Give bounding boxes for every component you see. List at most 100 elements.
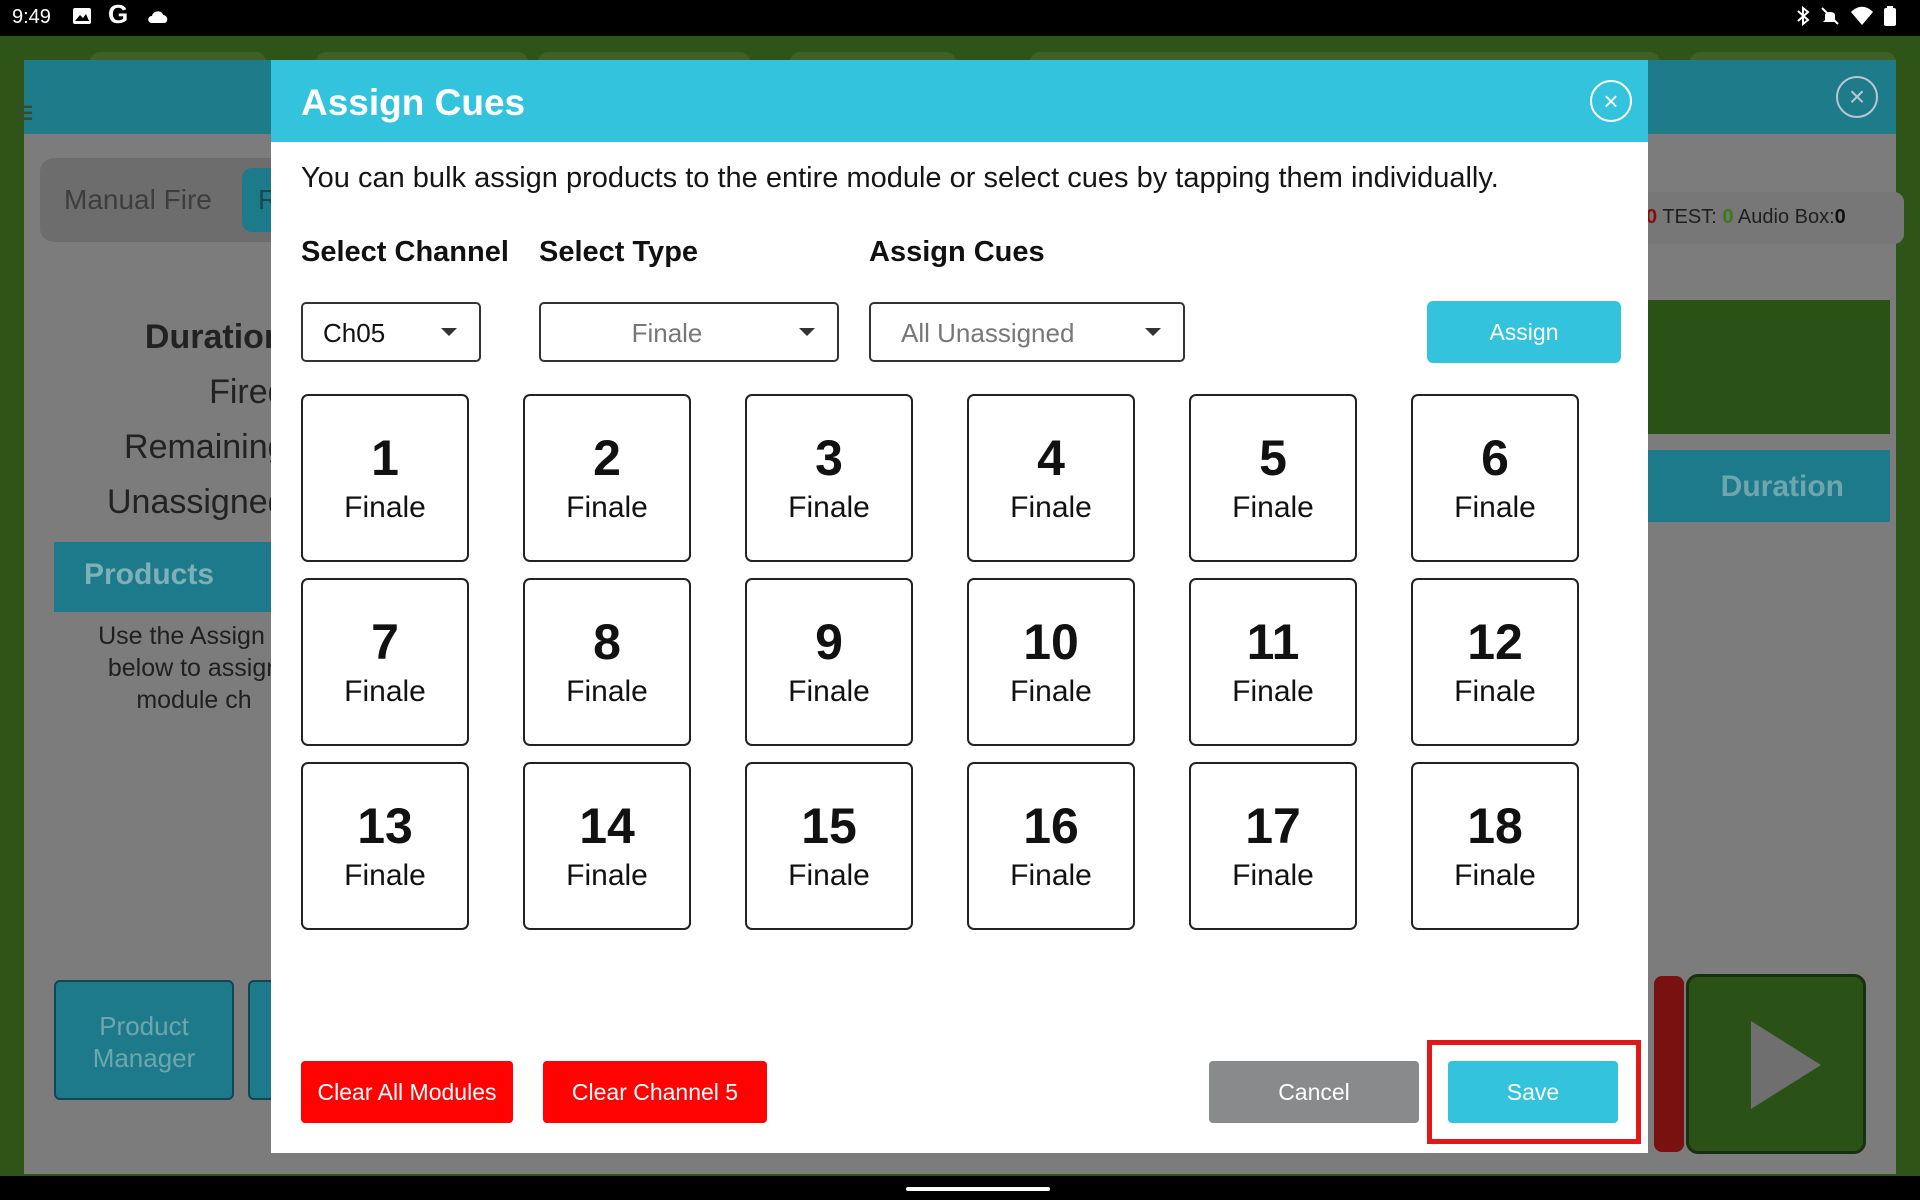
cue-tile[interactable]: 11 Finale [1189,578,1357,746]
status-time: 9:49 [12,6,51,28]
dnd-icon [1820,6,1840,31]
tab-manual-fire[interactable]: Manual Fire [64,184,212,216]
assign-cues-label: Assign Cues [869,236,1045,268]
clear-all-modules-button[interactable]: Clear All Modules [301,1061,513,1123]
cue-tile[interactable]: 7 Finale [301,578,469,746]
battery-icon [1884,6,1896,31]
cancel-button[interactable]: Cancel [1209,1061,1419,1123]
save-highlight-box [1427,1040,1641,1144]
play-button[interactable] [1686,974,1866,1154]
products-header: Products [54,542,294,612]
chevron-down-icon [1145,328,1161,336]
cue-type: Finale [566,491,648,524]
stat-fired-label: Fired: [209,373,296,411]
cue-type: Finale [1454,491,1536,524]
image-icon [72,7,92,30]
select-type-label: Select Type [539,236,699,268]
cue-tile[interactable]: 1 Finale [301,394,469,562]
cue-number: 9 [815,614,843,670]
stop-button[interactable] [1654,976,1684,1152]
wifi-icon [1850,6,1874,31]
type-select[interactable]: Finale [539,302,839,362]
cue-number: 18 [1467,798,1523,854]
dialog-title: Assign Cues [301,82,526,123]
duration-header: Duration [1624,450,1890,522]
cue-type: Finale [344,859,426,892]
status-bar: 9:49 G [0,0,1920,36]
cue-type: Finale [1010,859,1092,892]
cue-number: 2 [593,430,621,486]
cue-type: Finale [788,491,870,524]
assign-cues-dialog: Assign Cues × You can bulk assign produc… [271,60,1648,1153]
stat-remaining-label: Remaining: [124,428,296,466]
google-icon: G [108,0,129,29]
cue-number: 6 [1481,430,1509,486]
cue-tile[interactable]: 10 Finale [967,578,1135,746]
channel-select-value: Ch05 [323,318,386,348]
cue-number: 12 [1467,614,1523,670]
cue-number: 8 [593,614,621,670]
assign-cues-select[interactable]: All Unassigned [869,302,1185,362]
cue-tile[interactable]: 3 Finale [745,394,913,562]
cue-tile[interactable]: 12 Finale [1411,578,1579,746]
cue-type: Finale [344,675,426,708]
cue-type: Finale [788,675,870,708]
cue-tile[interactable]: 17 Finale [1189,762,1357,930]
product-manager-button[interactable]: Product Manager [54,980,234,1100]
cue-tile[interactable]: 15 Finale [745,762,913,930]
cue-number: 1 [371,430,399,486]
cue-tile[interactable]: 16 Finale [967,762,1135,930]
cue-number: 3 [815,430,843,486]
cue-tile[interactable]: 14 Finale [523,762,691,930]
cue-number: 15 [801,798,857,854]
cue-type: Finale [1010,491,1092,524]
dialog-header: Assign Cues × [271,60,1648,142]
show-stats: Duration: Fired: Remaining: Unassigned: [44,310,296,530]
bluetooth-icon [1796,5,1810,31]
cue-type: Finale [566,859,648,892]
hamburger-icon[interactable]: ≡ [14,94,34,133]
test-label: TEST: [1662,206,1717,228]
channel-select[interactable]: Ch05 [301,302,481,362]
cue-number: 14 [579,798,635,854]
cue-type: Finale [788,859,870,892]
cue-type: Finale [1454,675,1536,708]
dialog-description: You can bulk assign products to the enti… [301,162,1499,194]
assign-cues-select-value: All Unassigned [901,318,1075,348]
product-manager-line: Product [99,1011,189,1041]
stat-unassigned-label: Unassigned: [106,483,296,521]
home-gesture-handle[interactable] [906,1187,1050,1191]
fire-mode-switch: Manual Fire Ra [40,158,312,242]
cue-tile[interactable]: 5 Finale [1189,394,1357,562]
test-value: 0 [1722,206,1734,228]
clear-channel-button[interactable]: Clear Channel 5 [543,1061,767,1123]
app-close-icon[interactable]: × [1836,76,1878,118]
chevron-down-icon [799,328,815,336]
cue-type: Finale [344,491,426,524]
close-icon[interactable]: × [1590,80,1632,122]
cue-number: 13 [357,798,413,854]
assign-button[interactable]: Assign [1427,301,1621,363]
navigation-bar [0,1176,1920,1200]
cue-number: 10 [1023,614,1079,670]
audio-box-label: Audio Box: [1737,206,1835,228]
cue-type: Finale [566,675,648,708]
status-panel [1624,300,1890,434]
cue-type: Finale [1454,859,1536,892]
stat-duration-label: Duration: [144,318,296,356]
cue-tile[interactable]: 13 Finale [301,762,469,930]
cue-number: 5 [1259,430,1287,486]
cue-tile[interactable]: 6 Finale [1411,394,1579,562]
cue-tile[interactable]: 4 Finale [967,394,1135,562]
cue-tile[interactable]: 8 Finale [523,578,691,746]
cue-tile[interactable]: 2 Finale [523,394,691,562]
cue-type: Finale [1232,859,1314,892]
cue-type: Finale [1010,675,1092,708]
cue-number: 17 [1245,798,1301,854]
cue-type: Finale [1232,491,1314,524]
test-status-bar: 0 TEST: 0 Audio Box:0 [1634,192,1904,244]
cue-number: 4 [1037,430,1065,486]
cue-tile[interactable]: 18 Finale [1411,762,1579,930]
cue-tile[interactable]: 9 Finale [745,578,913,746]
chevron-down-icon [441,328,457,336]
